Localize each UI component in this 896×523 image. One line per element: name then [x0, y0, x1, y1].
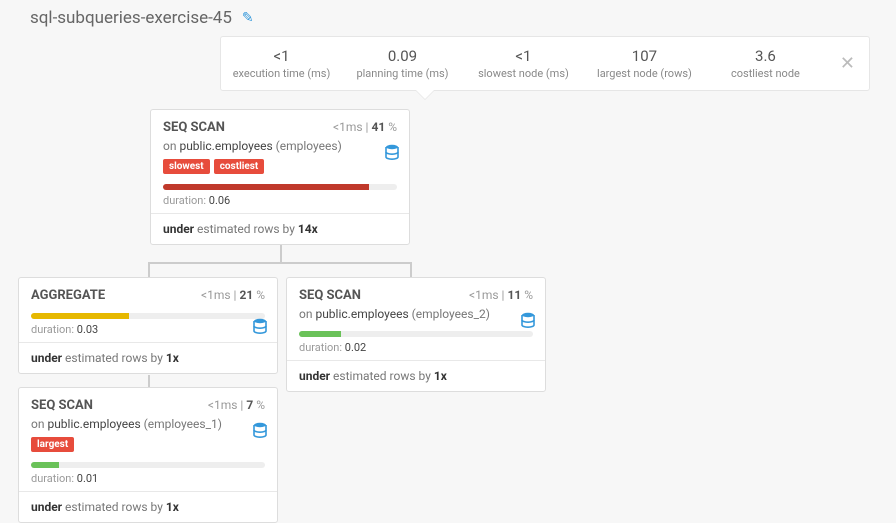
stat-value: 107 [592, 47, 697, 65]
plan-node-seq-scan[interactable]: SEQ SCAN <1ms | 11 % on public.employees… [286, 277, 546, 392]
node-meta: <1ms | 21 % [201, 288, 265, 302]
connector [280, 244, 282, 262]
node-title: SEQ SCAN [299, 288, 361, 303]
plan-node-seq-scan[interactable]: SEQ SCAN <1ms | 7 % on public.employees … [18, 387, 278, 523]
stat-label: costliest node [713, 67, 818, 80]
node-estimate: under estimated rows by 1x [19, 342, 277, 373]
stat-label: largest node (rows) [592, 67, 697, 80]
cost-bar [299, 331, 533, 337]
page-title: sql-subqueries-exercise-45 [30, 8, 232, 28]
connector [148, 262, 150, 278]
node-relation: on public.employees (employees_1) [31, 417, 265, 431]
stat-costliest-node: 3.6 costliest node [705, 37, 826, 90]
stat-label: planning time (ms) [350, 67, 455, 80]
node-relation: on public.employees (employees_2) [299, 307, 533, 321]
database-icon [385, 144, 399, 164]
stat-planning-time: 0.09 planning time (ms) [342, 37, 463, 90]
badge-costliest: costliest [214, 159, 265, 174]
database-icon [253, 422, 267, 442]
database-icon [253, 318, 267, 338]
stat-label: slowest node (ms) [471, 67, 576, 80]
stat-execution-time: <1 execution time (ms) [221, 37, 342, 90]
node-meta: <1ms | 7 % [208, 398, 265, 412]
stats-arrow-icon [415, 90, 435, 100]
node-estimate: under estimated rows by 14x [151, 213, 409, 244]
node-duration: duration: 0.01 [31, 472, 265, 485]
stat-slowest-node: <1 slowest node (ms) [463, 37, 584, 90]
node-duration: duration: 0.06 [163, 194, 397, 207]
node-meta: <1ms | 41 % [333, 120, 397, 134]
badge-slowest: slowest [163, 159, 210, 174]
edit-icon[interactable]: ✎ [242, 10, 254, 26]
node-title: SEQ SCAN [31, 398, 93, 413]
cost-bar [31, 462, 265, 468]
stat-value: 0.09 [350, 47, 455, 65]
node-duration: duration: 0.03 [31, 323, 265, 336]
database-icon [521, 312, 535, 332]
stat-value: <1 [471, 47, 576, 65]
badge-largest: largest [31, 437, 74, 452]
stat-value: 3.6 [713, 47, 818, 65]
close-icon[interactable]: ✕ [826, 53, 869, 74]
stat-label: execution time (ms) [229, 67, 334, 80]
stat-value: <1 [229, 47, 334, 65]
stats-panel: <1 execution time (ms) 0.09 planning tim… [220, 36, 870, 91]
node-meta: <1ms | 11 % [469, 288, 533, 302]
node-estimate: under estimated rows by 1x [19, 491, 277, 522]
node-estimate: under estimated rows by 1x [287, 360, 545, 391]
node-relation: on public.employees (employees) [163, 139, 397, 153]
cost-bar [31, 313, 265, 319]
node-title: SEQ SCAN [163, 120, 225, 135]
connector [148, 262, 412, 264]
plan-node-seq-scan[interactable]: SEQ SCAN <1ms | 41 % on public.employees… [150, 109, 410, 245]
stat-largest-node: 107 largest node (rows) [584, 37, 705, 90]
connector [410, 262, 412, 278]
plan-node-aggregate[interactable]: AGGREGATE <1ms | 21 % duration: 0.03 und… [18, 277, 278, 374]
node-duration: duration: 0.02 [299, 341, 533, 354]
cost-bar [163, 184, 397, 190]
node-title: AGGREGATE [31, 288, 105, 303]
